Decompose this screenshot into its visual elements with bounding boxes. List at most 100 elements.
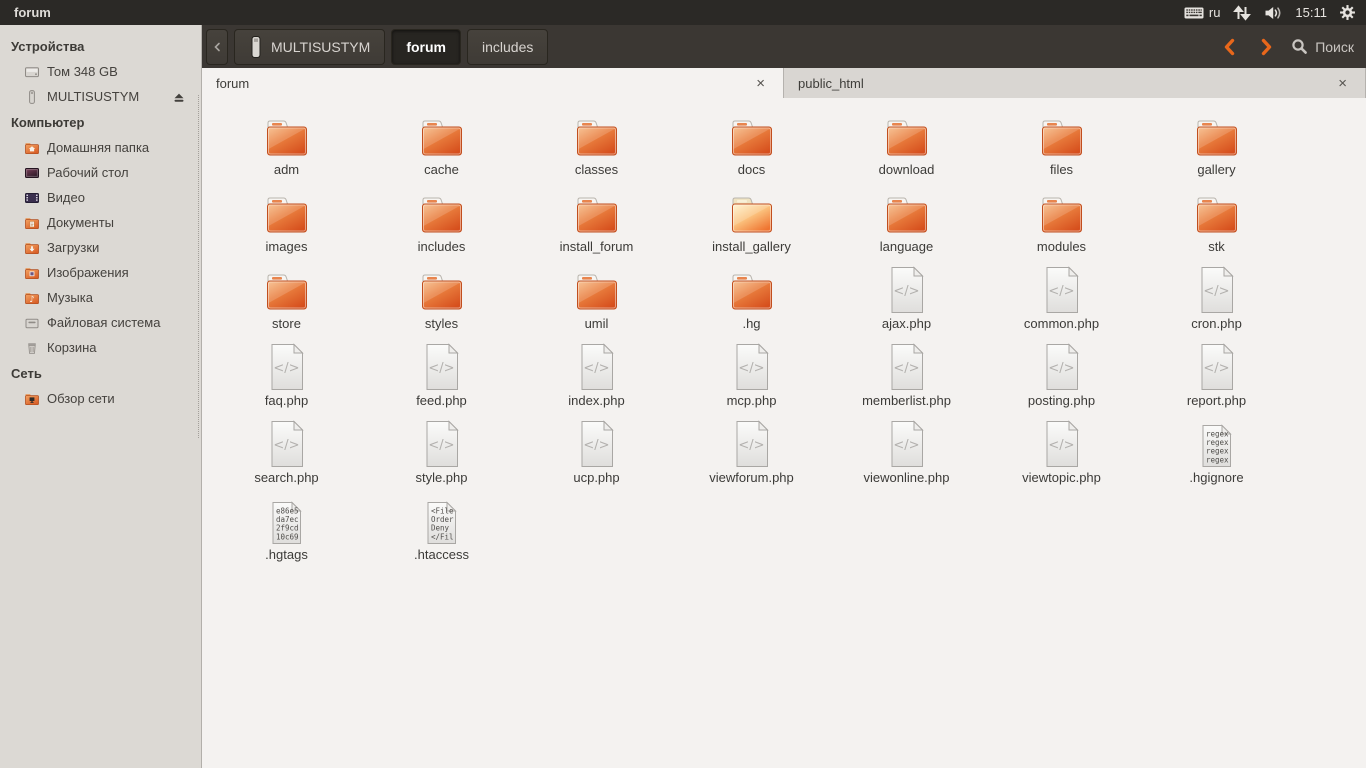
network-icon bbox=[24, 391, 40, 407]
sidebar-item-videos[interactable]: Видео bbox=[0, 185, 201, 210]
breadcrumb-label: MULTISUSTYM bbox=[271, 38, 371, 55]
file-item[interactable]: </> faq.php bbox=[209, 335, 364, 412]
file-item[interactable]: </> ucp.php bbox=[519, 412, 674, 489]
close-icon[interactable]: × bbox=[1334, 74, 1351, 93]
keyboard-indicator[interactable]: ru bbox=[1184, 5, 1220, 20]
sidebar-item-label: Корзина bbox=[47, 340, 97, 355]
code-file-icon: </> bbox=[732, 418, 772, 468]
sidebar-item-downloads[interactable]: Загрузки bbox=[0, 235, 201, 260]
file-item[interactable]: <File Order Deny </Fil .htaccess bbox=[364, 489, 519, 566]
close-icon[interactable]: × bbox=[752, 74, 769, 93]
folder-item[interactable]: .hg bbox=[674, 258, 829, 335]
folder-item[interactable]: gallery bbox=[1139, 104, 1294, 181]
file-item[interactable]: </> cron.php bbox=[1139, 258, 1294, 335]
tab-forum[interactable]: forum × bbox=[202, 68, 784, 98]
folder-icon bbox=[1193, 110, 1241, 160]
breadcrumb-button-forum[interactable]: forum bbox=[391, 28, 461, 65]
sidebar-item-usb-drive[interactable]: MULTISUSTYM bbox=[0, 84, 201, 109]
folder-item[interactable]: umil bbox=[519, 258, 674, 335]
file-item[interactable]: </> viewtopic.php bbox=[984, 412, 1139, 489]
sidebar-item-label: Рабочий стол bbox=[47, 165, 129, 180]
folder-item[interactable]: install_forum bbox=[519, 181, 674, 258]
svg-text:</>: </> bbox=[893, 438, 919, 453]
folder-item[interactable]: files bbox=[984, 104, 1139, 181]
search-button[interactable]: Поиск bbox=[1291, 38, 1354, 55]
folder-item[interactable]: install_gallery bbox=[674, 181, 829, 258]
sidebar-item-home-folder[interactable]: Домашняя папка bbox=[0, 135, 201, 160]
folder-item[interactable]: classes bbox=[519, 104, 674, 181]
file-item[interactable]: regex regex regex regex .hgignore bbox=[1139, 412, 1294, 489]
svg-text:</>: </> bbox=[1048, 361, 1074, 376]
tab-public_html[interactable]: public_html × bbox=[784, 68, 1366, 98]
sidebar-item-label: Домашняя папка bbox=[47, 140, 150, 155]
file-name: faq.php bbox=[264, 393, 309, 408]
tab-bar: forum × public_html × bbox=[202, 68, 1366, 98]
text-file-icon: regex regex regex regex bbox=[1199, 418, 1235, 468]
forward-button[interactable] bbox=[1251, 32, 1281, 62]
sidebar-item-music[interactable]: ♪ Музыка bbox=[0, 285, 201, 310]
folder-item[interactable]: modules bbox=[984, 181, 1139, 258]
file-item[interactable]: </> viewforum.php bbox=[674, 412, 829, 489]
folder-item[interactable]: adm bbox=[209, 104, 364, 181]
sidebar-item-harddisk[interactable]: Том 348 GB bbox=[0, 59, 201, 84]
file-item[interactable]: </> search.php bbox=[209, 412, 364, 489]
folder-item[interactable]: cache bbox=[364, 104, 519, 181]
file-item[interactable]: </> viewonline.php bbox=[829, 412, 984, 489]
svg-text:</>: </> bbox=[273, 361, 299, 376]
file-item[interactable]: </> mcp.php bbox=[674, 335, 829, 412]
downloads-icon bbox=[24, 240, 40, 256]
folder-icon bbox=[1038, 110, 1086, 160]
folder-item[interactable]: docs bbox=[674, 104, 829, 181]
volume-indicator[interactable] bbox=[1264, 5, 1283, 21]
file-item[interactable]: e86e5 da7ec 2f9cd 10c69 .hgtags bbox=[209, 489, 364, 566]
videos-icon bbox=[24, 190, 40, 206]
folder-item[interactable]: stk bbox=[1139, 181, 1294, 258]
folder-icon bbox=[1193, 187, 1241, 237]
svg-text:</>: </> bbox=[893, 361, 919, 376]
file-view: adm cache classes docs download files gallery i… bbox=[202, 98, 1366, 768]
back-button[interactable] bbox=[1215, 32, 1245, 62]
search-label: Поиск bbox=[1315, 38, 1354, 55]
sidebar-item-network[interactable]: Обзор сети bbox=[0, 386, 201, 411]
file-item[interactable]: </> index.php bbox=[519, 335, 674, 412]
file-name: gallery bbox=[1197, 162, 1236, 177]
file-item[interactable]: </> ajax.php bbox=[829, 258, 984, 335]
breadcrumb-button-multisustym[interactable]: MULTISUSTYM bbox=[234, 28, 386, 65]
code-file-icon: </> bbox=[1042, 418, 1082, 468]
file-item[interactable]: </> style.php bbox=[364, 412, 519, 489]
text-file-icon: <File Order Deny </Fil bbox=[424, 495, 460, 545]
folder-item[interactable]: styles bbox=[364, 258, 519, 335]
sidebar-item-trash[interactable]: Корзина bbox=[0, 335, 201, 360]
eject-button[interactable] bbox=[171, 89, 187, 105]
sidebar-item-documents[interactable]: Документы bbox=[0, 210, 201, 235]
sidebar-item-label: Том 348 GB bbox=[47, 64, 118, 79]
sidebar-item-desktop[interactable]: Рабочий стол bbox=[0, 160, 201, 185]
session-menu[interactable] bbox=[1339, 4, 1356, 21]
sidebar-item-pictures[interactable]: Изображения bbox=[0, 260, 201, 285]
file-item[interactable]: </> posting.php bbox=[984, 335, 1139, 412]
tab-label: public_html bbox=[798, 75, 864, 91]
file-item[interactable]: </> memberlist.php bbox=[829, 335, 984, 412]
folder-item[interactable]: language bbox=[829, 181, 984, 258]
network-transfer-indicator[interactable] bbox=[1232, 4, 1252, 21]
code-file-icon: </> bbox=[1197, 341, 1237, 391]
clock[interactable]: 15:11 bbox=[1295, 5, 1327, 20]
folder-item[interactable]: download bbox=[829, 104, 984, 181]
sidebar-item-label: Видео bbox=[47, 190, 85, 205]
file-item[interactable]: </> common.php bbox=[984, 258, 1139, 335]
file-item[interactable]: </> report.php bbox=[1139, 335, 1294, 412]
folder-item[interactable]: includes bbox=[364, 181, 519, 258]
breadcrumb: MULTISUSTYM forum includes bbox=[234, 28, 549, 65]
breadcrumb-scroll-left-button[interactable] bbox=[206, 28, 228, 65]
file-item[interactable]: </> feed.php bbox=[364, 335, 519, 412]
places-sidebar: Устройства Том 348 GB MULTISUSTYM Компьютер… bbox=[0, 25, 202, 768]
folder-item[interactable]: store bbox=[209, 258, 364, 335]
folder-icon bbox=[418, 187, 466, 237]
folder-icon bbox=[883, 110, 931, 160]
file-name: report.php bbox=[1186, 393, 1247, 408]
file-name: viewforum.php bbox=[709, 470, 794, 485]
breadcrumb-button-includes[interactable]: includes bbox=[466, 28, 549, 65]
code-file-icon: </> bbox=[267, 341, 307, 391]
sidebar-item-filesystem[interactable]: Файловая система bbox=[0, 310, 201, 335]
folder-item[interactable]: images bbox=[209, 181, 364, 258]
